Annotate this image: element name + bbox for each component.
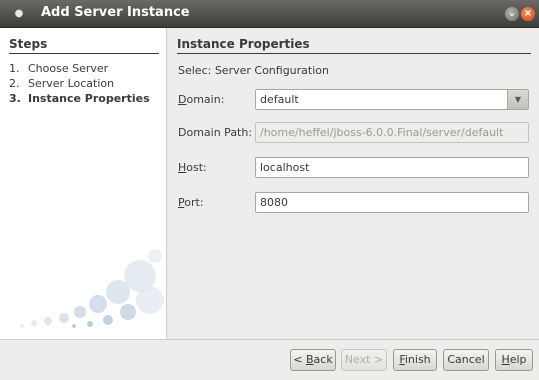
steps-divider xyxy=(9,53,159,54)
domain-label-text: omain: xyxy=(186,93,225,106)
back-button-mnemonic: B xyxy=(306,353,314,366)
window-title: Add Server Instance xyxy=(41,5,190,20)
port-label-text: ort: xyxy=(184,196,204,209)
step-instance-properties: 3. Instance Properties xyxy=(9,92,150,105)
domain-select-value: default xyxy=(260,93,299,106)
window-menu-icon[interactable]: ● xyxy=(14,9,24,19)
finish-button[interactable]: Finish xyxy=(393,349,437,371)
step-number: 1. xyxy=(9,62,20,75)
instance-properties-panel: Instance Properties Selec: Server Config… xyxy=(167,28,539,339)
help-button-label: elp xyxy=(509,353,527,366)
chevron-down-icon[interactable]: ▼ xyxy=(507,90,528,109)
panel-title: Instance Properties xyxy=(177,37,310,51)
panel-subtitle: Selec: Server Configuration xyxy=(178,64,329,77)
step-number: 3. xyxy=(9,92,21,105)
domain-select[interactable]: default ▼ xyxy=(255,89,529,110)
domain-path-field: /home/heffel/jboss-6.0.0.Final/server/de… xyxy=(255,122,529,143)
steps-heading: Steps xyxy=(9,37,48,51)
minimize-icon[interactable]: ⌄ xyxy=(505,7,519,21)
decorative-bubbles-image xyxy=(20,249,164,328)
port-label: Port: xyxy=(178,196,204,209)
panel-divider xyxy=(177,53,531,54)
step-label: Instance Properties xyxy=(28,92,150,105)
next-button[interactable]: Next > xyxy=(341,349,387,371)
wizard-button-bar: < Back Next > Finish Cancel Help xyxy=(0,339,539,380)
step-choose-server: 1. Choose Server xyxy=(9,62,108,75)
back-button-prefix: < xyxy=(293,353,306,366)
back-button[interactable]: < Back xyxy=(290,349,336,371)
domain-label: Domain: xyxy=(178,93,224,106)
domain-path-label: Domain Path: xyxy=(178,126,253,139)
close-icon[interactable]: × xyxy=(521,7,535,21)
step-number: 2. xyxy=(9,77,20,90)
help-button[interactable]: Help xyxy=(495,349,533,371)
host-field[interactable]: localhost xyxy=(255,157,529,178)
title-bar: ● Add Server Instance ⌄ × xyxy=(0,0,539,28)
help-button-mnemonic: H xyxy=(501,353,510,366)
step-label: Server Location xyxy=(28,77,115,90)
back-button-label: ack xyxy=(313,353,333,366)
host-label-text: ost: xyxy=(186,161,207,174)
steps-panel: Steps 1. Choose Server 2. Server Location … xyxy=(0,28,167,339)
cancel-button[interactable]: Cancel xyxy=(443,349,489,371)
host-label: Host: xyxy=(178,161,207,174)
port-field[interactable]: 8080 xyxy=(255,192,529,213)
finish-button-label: inish xyxy=(404,353,431,366)
step-label: Choose Server xyxy=(28,62,109,75)
step-server-location: 2. Server Location xyxy=(9,77,114,90)
